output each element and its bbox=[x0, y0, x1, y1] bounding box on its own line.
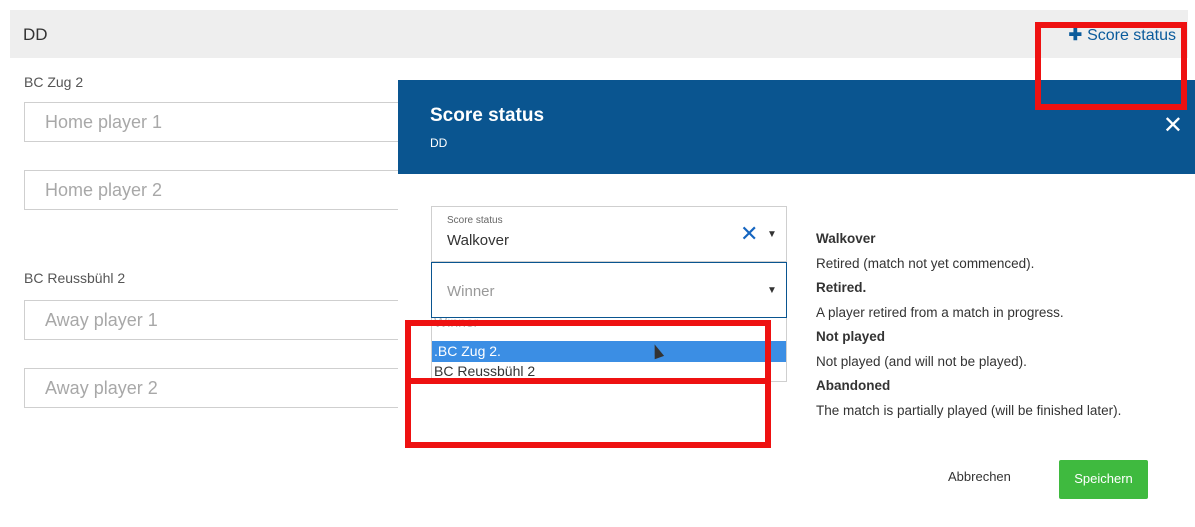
cancel-button[interactable]: Abbrechen bbox=[948, 469, 1011, 484]
away-team-label: BC Reussbühl 2 bbox=[24, 270, 126, 286]
annotation-box-score-status bbox=[1035, 22, 1187, 110]
help-description: The match is partially played (will be f… bbox=[816, 402, 1122, 418]
home-player-1-input[interactable]: Home player 1 bbox=[24, 102, 404, 142]
score-status-value: Walkover bbox=[447, 232, 509, 249]
away-player-1-input[interactable]: Away player 1 bbox=[24, 300, 404, 340]
modal-subtitle: DD bbox=[430, 136, 448, 150]
card-header: DD ✚ Score status bbox=[10, 10, 1188, 58]
save-button[interactable]: Speichern bbox=[1059, 460, 1148, 499]
winner-placeholder: Winner bbox=[447, 283, 495, 300]
score-status-select[interactable]: Score status Walkover ✕ ▼ bbox=[431, 206, 787, 262]
help-heading: Not played bbox=[816, 329, 886, 344]
close-icon[interactable]: ✕ bbox=[1163, 114, 1183, 138]
modal-title: Score status bbox=[430, 105, 545, 126]
clear-icon[interactable]: ✕ bbox=[740, 221, 758, 247]
help-heading: Abandoned bbox=[816, 378, 891, 393]
chevron-down-icon[interactable]: ▼ bbox=[767, 229, 777, 240]
help-heading: Walkover bbox=[816, 231, 876, 246]
help-text: Walkover Retired (match not yet commence… bbox=[816, 227, 1156, 423]
home-team-label: BC Zug 2 bbox=[24, 74, 84, 90]
away-player-2-input[interactable]: Away player 2 bbox=[24, 368, 404, 408]
help-heading: Retired. bbox=[816, 280, 867, 295]
help-description: A player retired from a match in progres… bbox=[816, 304, 1064, 320]
winner-select[interactable]: Winner ▼ bbox=[431, 262, 787, 318]
help-description: Not played (and will not be played). bbox=[816, 353, 1027, 369]
score-status-modal: Score status DD ✕ Score status Walkover … bbox=[398, 80, 1195, 527]
score-status-field-label: Score status bbox=[447, 215, 503, 226]
help-description: Retired (match not yet commenced). bbox=[816, 255, 1035, 271]
home-player-2-input[interactable]: Home player 2 bbox=[24, 170, 404, 210]
annotation-box-dropdown-options bbox=[405, 320, 771, 384]
chevron-down-icon[interactable]: ▼ bbox=[767, 285, 777, 296]
card-title: DD bbox=[23, 25, 48, 44]
